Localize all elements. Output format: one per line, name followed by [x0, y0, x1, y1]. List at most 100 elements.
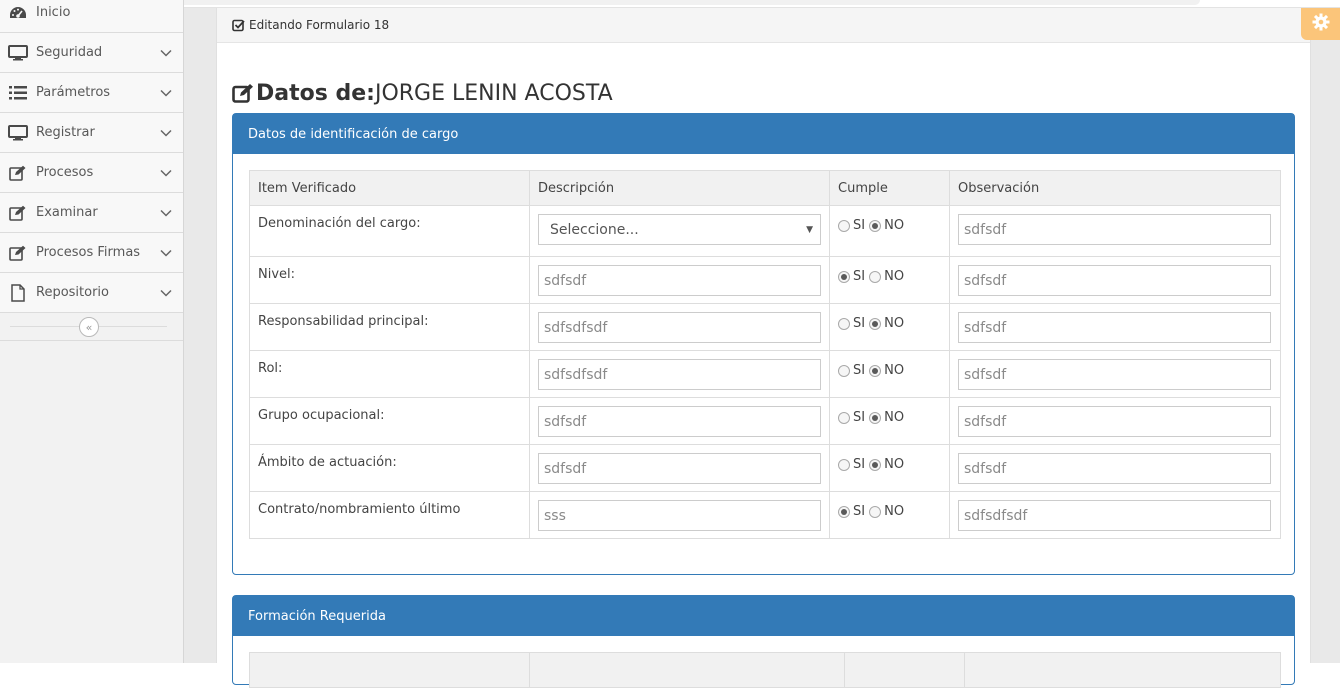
- descripcion-input[interactable]: sdfsdf: [538, 406, 821, 437]
- cumple-no-radio[interactable]: [869, 317, 882, 330]
- item-verificado-cell: Responsabilidad principal:: [249, 303, 530, 351]
- settings-toggle-button[interactable]: [1301, 8, 1340, 40]
- item-verificado-cell: Ámbito de actuación:: [249, 444, 530, 492]
- title-name: JORGE LENIN ACOSTA: [374, 80, 613, 106]
- formation-panel: Formación Requerida: [232, 595, 1295, 688]
- edit-icon: [0, 165, 36, 181]
- sidebar-collapse-button[interactable]: «: [79, 317, 99, 337]
- cumple-cell: SI NO: [829, 303, 950, 351]
- panel-heading: Formación Requerida: [233, 596, 1294, 636]
- sidebar-item-label: Procesos: [36, 165, 94, 180]
- observacion-input[interactable]: sdfsdf: [958, 214, 1271, 245]
- chevron-down-icon: [149, 49, 183, 57]
- cumple-si-radio[interactable]: [838, 317, 850, 330]
- descripcion-input[interactable]: sdfsdf: [538, 265, 821, 296]
- edit-icon: [232, 83, 254, 103]
- item-verificado-cell: Nivel:: [249, 256, 530, 304]
- cumple-no-radio[interactable]: [869, 364, 882, 377]
- cumple-si-radio[interactable]: [838, 411, 850, 424]
- descripcion-input[interactable]: sdfsdfsdf: [538, 312, 821, 343]
- descripcion-cell: sdfsdf: [529, 256, 830, 304]
- observacion-cell: sdfsdfsdf: [949, 491, 1281, 539]
- descripcion-cell: sdfsdfsdf: [529, 350, 830, 398]
- sidebar-item-seguridad[interactable]: Seguridad: [0, 33, 183, 73]
- cumple-si-radio[interactable]: [838, 270, 850, 283]
- sidebar-item-procesos-firmas[interactable]: Procesos Firmas: [0, 233, 183, 273]
- radio-label: NO: [884, 457, 905, 472]
- monitor-icon: [0, 124, 36, 141]
- radio-label: SI: [853, 504, 866, 519]
- descripcion-input[interactable]: sss: [538, 500, 821, 531]
- cumple-no-radio[interactable]: [869, 458, 882, 471]
- radio-label: SI: [853, 218, 866, 233]
- radio-label: SI: [853, 457, 866, 472]
- check-square-icon: [232, 19, 245, 32]
- cumple-no-radio[interactable]: [869, 411, 882, 424]
- select-value: Seleccione...: [550, 221, 639, 238]
- radio-label: SI: [853, 410, 866, 425]
- table-row: Rol: sdfsdfsdf SI NO sdfsdf: [249, 350, 1281, 398]
- observacion-cell: sdfsdf: [949, 303, 1281, 351]
- radio-label: SI: [853, 316, 866, 331]
- cumple-no-radio[interactable]: [869, 505, 882, 518]
- edit-icon: [0, 205, 36, 221]
- cumple-no-radio[interactable]: [869, 219, 882, 232]
- table-row: Ámbito de actuación: sdfsdf SI NO sdfsdf: [249, 444, 1281, 492]
- radio-label: NO: [884, 363, 905, 378]
- column-header: Item Verificado: [249, 170, 530, 206]
- observacion-cell: sdfsdf: [949, 205, 1281, 257]
- chevron-down-icon: [149, 209, 183, 217]
- radio-label: NO: [884, 316, 905, 331]
- cumple-cell: SI NO: [829, 444, 950, 492]
- descripcion-select[interactable]: Seleccione... ▼: [538, 214, 821, 245]
- observacion-input[interactable]: sdfsdf: [958, 406, 1271, 437]
- observacion-input[interactable]: sdfsdf: [958, 453, 1271, 484]
- cumple-si-radio[interactable]: [838, 505, 850, 518]
- descripcion-input[interactable]: sdfsdfsdf: [538, 359, 821, 390]
- cumple-no-radio[interactable]: [869, 270, 882, 283]
- cumple-si-radio[interactable]: [838, 364, 850, 377]
- observacion-input[interactable]: sdfsdf: [958, 359, 1271, 390]
- sidebar-item-examinar[interactable]: Examinar: [0, 193, 183, 233]
- sidebar: Inicio Seguridad Parámetros Registrar Pr…: [0, 0, 184, 663]
- edit-icon: [0, 245, 36, 261]
- dashboard-icon: [0, 6, 36, 20]
- identification-table: Item Verificado Descripción Cumple Obser…: [249, 170, 1281, 539]
- chevron-down-icon: [149, 89, 183, 97]
- sidebar-item-parametros[interactable]: Parámetros: [0, 73, 183, 113]
- observacion-cell: sdfsdf: [949, 444, 1281, 492]
- sidebar-item-repositorio[interactable]: Repositorio: [0, 273, 183, 313]
- chevron-down-icon: [149, 289, 183, 297]
- table-row: Nivel: sdfsdf SI NO sdfsdf: [249, 256, 1281, 304]
- chevron-down-icon: [149, 129, 183, 137]
- chevron-down-icon: [149, 249, 183, 257]
- breadcrumb-text: Editando Formulario 18: [249, 18, 390, 32]
- radio-label: NO: [884, 504, 905, 519]
- descripcion-input[interactable]: sdfsdf: [538, 453, 821, 484]
- item-verificado-cell: Denominación del cargo:: [249, 205, 530, 257]
- observacion-input[interactable]: sdfsdfsdf: [958, 500, 1271, 531]
- cumple-si-radio[interactable]: [838, 458, 850, 471]
- sidebar-item-registrar[interactable]: Registrar: [0, 113, 183, 153]
- observacion-cell: sdfsdf: [949, 397, 1281, 445]
- observacion-input[interactable]: sdfsdf: [958, 265, 1271, 296]
- cumple-cell: SI NO: [829, 256, 950, 304]
- sidebar-item-label: Repositorio: [36, 285, 109, 300]
- cumple-cell: SI NO: [829, 397, 950, 445]
- cumple-si-radio[interactable]: [838, 219, 850, 232]
- sidebar-item-procesos[interactable]: Procesos: [0, 153, 183, 193]
- descripcion-cell: sss: [529, 491, 830, 539]
- radio-label: NO: [884, 269, 905, 284]
- radio-label: NO: [884, 218, 905, 233]
- title-prefix: Datos de:: [256, 80, 375, 106]
- observacion-input[interactable]: sdfsdf: [958, 312, 1271, 343]
- sidebar-item-label: Inicio: [36, 5, 71, 20]
- descripcion-cell: sdfsdf: [529, 444, 830, 492]
- sidebar-item-label: Examinar: [36, 205, 98, 220]
- sidebar-item-inicio[interactable]: Inicio: [0, 0, 183, 33]
- identification-panel: Datos de identificación de cargo Item Ve…: [232, 113, 1295, 575]
- radio-label: NO: [884, 410, 905, 425]
- radio-label: SI: [853, 269, 866, 284]
- descripcion-cell: sdfsdf: [529, 397, 830, 445]
- caret-down-icon: ▼: [806, 224, 813, 235]
